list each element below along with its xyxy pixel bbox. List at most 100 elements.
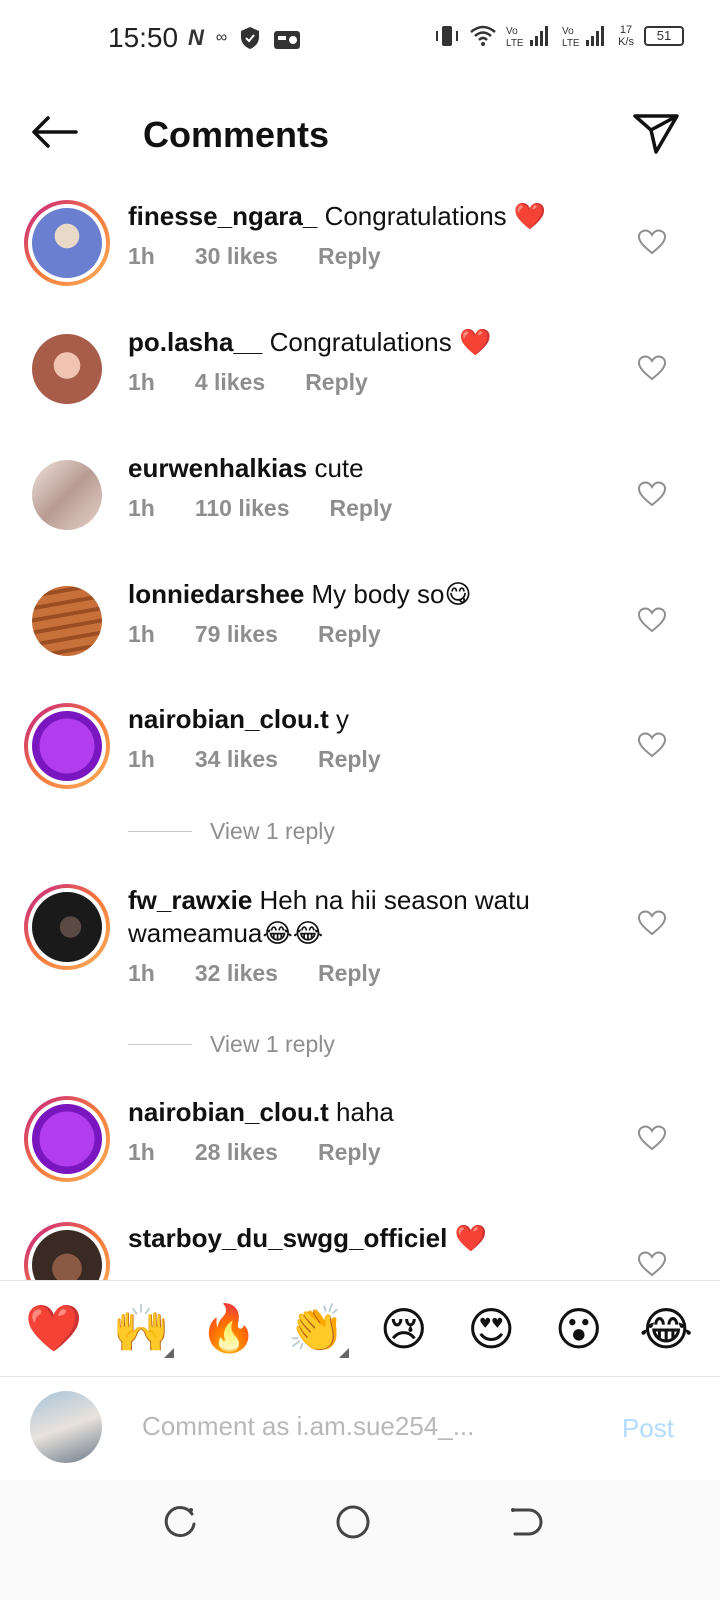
wifi-icon [470,25,496,46]
comment-text: ❤️ [454,1223,487,1253]
back-button[interactable] [28,112,80,152]
emoji-clapping-button[interactable]: 👏 [281,1301,351,1358]
carrier-icon: ∞ [215,29,228,46]
comments-list[interactable]: finesse_ngara_ Congratulations ❤️ 1h 30 … [0,190,720,1280]
svg-text:LTE: LTE [562,38,580,48]
comment-likes[interactable]: 34 likes [195,746,278,773]
comment-likes[interactable]: 28 likes [195,1139,278,1166]
comment-username[interactable]: eurwenhalkias [128,453,307,483]
comment-likes[interactable]: 32 likes [195,960,278,987]
post-button[interactable]: Post [622,1413,674,1444]
svg-text:LTE: LTE [506,38,524,48]
avatar[interactable] [24,1222,110,1280]
like-heart-icon[interactable] [638,1125,666,1151]
avatar[interactable] [24,578,110,664]
status-bar: 15:50 N ∞ Vo LTE Vo LTE 17 K/s 51 [0,0,720,80]
emoji-heart-button[interactable]: ❤️ [19,1301,89,1356]
emoji-heart-eyes-button[interactable]: 😍 [456,1302,526,1356]
battery-indicator: 51 [644,26,684,46]
comment-text: My body so😋 [311,579,472,609]
svg-text:Vo: Vo [562,26,574,37]
current-user-avatar [30,1391,102,1463]
paper-plane-icon [633,114,679,154]
avatar[interactable] [24,452,110,538]
emoji-reaction-bar: ❤️ 🙌 🔥 👏 😢 😍 😮 😂 [0,1280,720,1376]
reply-button[interactable]: Reply [318,243,381,270]
status-icons-left: N ∞ [188,24,301,52]
arrow-left-icon [32,116,78,148]
comment-text: haha [336,1097,394,1127]
reply-button[interactable]: Reply [330,495,393,522]
share-button[interactable] [632,108,680,156]
comment-time: 1h [128,243,155,269]
avatar-image [32,208,102,278]
reply-button[interactable]: Reply [305,369,368,396]
avatar[interactable] [24,1096,110,1182]
comment-likes[interactable]: 110 likes [195,495,290,522]
view-replies-button[interactable]: View 1 reply [128,818,335,845]
avatar-image [32,1230,102,1280]
avatar[interactable] [24,326,110,412]
comment-text: Congratulations ❤️ [269,327,492,357]
emoji-fire-button[interactable]: 🔥 [194,1301,264,1356]
recent-apps-icon[interactable] [160,1502,200,1542]
like-heart-icon[interactable] [638,355,666,381]
emoji-crying-button[interactable]: 😢 [369,1302,439,1356]
reply-button[interactable]: Reply [318,960,381,987]
comment-text: cute [314,453,364,483]
avatar-image [32,334,102,404]
comment-username[interactable]: starboy_du_swgg_officiel [128,1223,447,1253]
comment-username[interactable]: fw_rawxie [128,885,252,915]
shield-icon [241,27,260,49]
comment-username[interactable]: lonniedarshee [128,579,304,609]
comment-time: 1h [128,746,155,772]
vibrate-icon [436,26,459,46]
avatar[interactable] [24,703,110,789]
network-speed: 17 K/s [618,24,634,48]
like-heart-icon[interactable] [638,229,666,255]
nfc-n-icon: N [188,25,204,50]
like-heart-icon[interactable] [638,607,666,633]
comment-time: 1h [128,1139,155,1165]
comment-likes[interactable]: 30 likes [195,243,278,270]
volte-signal-icon: VoLTE [562,26,605,48]
comment-username[interactable]: nairobian_clou.t [128,704,329,734]
skin-tone-indicator-icon [339,1348,350,1358]
comment-time: 1h [128,960,155,986]
comment-username[interactable]: po.lasha__ [128,327,262,357]
comment-text: Congratulations ❤️ [324,201,547,231]
view-replies-button[interactable]: View 1 reply [128,1031,335,1058]
emoji-surprised-button[interactable]: 😮 [544,1302,614,1356]
comment-time: 1h [128,495,155,521]
system-nav-bar [0,1480,720,1600]
like-heart-icon[interactable] [638,910,666,936]
emoji-laughing-button[interactable]: 😂 [631,1302,701,1356]
comment-username[interactable]: finesse_ngara_ [128,201,317,231]
like-heart-icon[interactable] [638,1251,666,1277]
avatar-image [32,892,102,962]
comment-time: 1h [128,369,155,395]
status-icons-right: Vo LTE Vo LTE 17 K/s 51 [434,24,684,48]
emoji-raising-hands-button[interactable]: 🙌 [106,1301,176,1358]
page-title: Comments [143,114,330,155]
avatar[interactable] [24,884,110,970]
divider-line [128,1044,192,1045]
comment-input-bar: Post [0,1376,720,1480]
avatar[interactable] [24,200,110,286]
comment-input[interactable] [142,1405,582,1447]
reply-button[interactable]: Reply [318,621,381,648]
comment-time: 1h [128,621,155,647]
reply-button[interactable]: Reply [318,746,381,773]
home-icon[interactable] [333,1502,373,1542]
comment-likes[interactable]: 79 likes [195,621,278,648]
comment-likes[interactable]: 4 likes [195,369,265,396]
comment-username[interactable]: nairobian_clou.t [128,1097,329,1127]
like-heart-icon[interactable] [638,732,666,758]
status-time: 15:50 [108,22,179,53]
skin-tone-indicator-icon [164,1348,175,1358]
reply-button[interactable]: Reply [318,1139,381,1166]
avatar-image [32,460,102,530]
like-heart-icon[interactable] [638,481,666,507]
back-nav-icon[interactable] [505,1502,545,1542]
header: Comments [0,90,720,180]
